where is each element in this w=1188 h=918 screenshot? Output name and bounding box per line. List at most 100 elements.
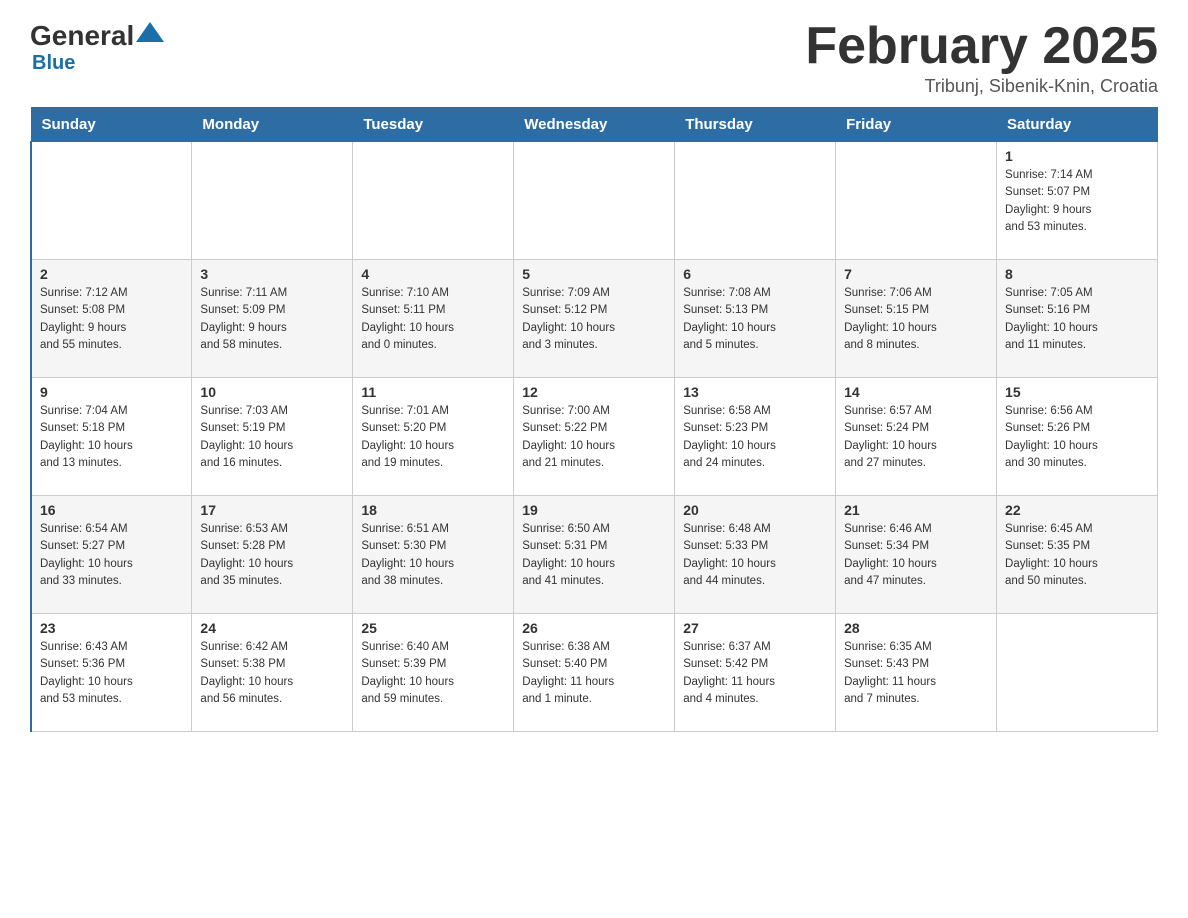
location-text: Tribunj, Sibenik-Knin, Croatia (805, 76, 1158, 97)
day-info: Sunrise: 6:46 AM Sunset: 5:34 PM Dayligh… (844, 521, 988, 590)
day-number: 27 (683, 620, 827, 636)
calendar-cell (353, 142, 514, 260)
header-sunday: Sunday (31, 108, 192, 142)
calendar-cell: 12 Sunrise: 7:00 AM Sunset: 5:22 PM Dayli… (514, 378, 675, 496)
day-info: Sunrise: 7:06 AM Sunset: 5:15 PM Dayligh… (844, 285, 988, 354)
day-number: 19 (522, 502, 666, 518)
day-info: Sunrise: 7:09 AM Sunset: 5:12 PM Dayligh… (522, 285, 666, 354)
day-info: Sunrise: 7:03 AM Sunset: 5:19 PM Dayligh… (200, 403, 344, 472)
week-row-4: 16Sunrise: 6:54 AM Sunset: 5:27 PM Dayli… (31, 496, 1158, 614)
day-number: 17 (200, 502, 344, 518)
day-number: 22 (1005, 502, 1149, 518)
calendar-cell: 16Sunrise: 6:54 AM Sunset: 5:27 PM Dayli… (31, 496, 192, 614)
day-info: Sunrise: 6:50 AM Sunset: 5:31 PM Dayligh… (522, 521, 666, 590)
calendar-cell: 24 Sunrise: 6:42 AM Sunset: 5:38 PM Dayli… (192, 614, 353, 732)
calendar-cell: 2 Sunrise: 7:12 AM Sunset: 5:08 PM Daylig… (31, 260, 192, 378)
day-info: Sunrise: 6:48 AM Sunset: 5:33 PM Dayligh… (683, 521, 827, 590)
day-info: Sunrise: 7:08 AM Sunset: 5:13 PM Dayligh… (683, 285, 827, 354)
day-number: 23 (40, 620, 183, 636)
day-info: Sunrise: 6:42 AM Sunset: 5:38 PM Dayligh… (200, 639, 344, 708)
day-number: 15 (1005, 384, 1149, 400)
calendar-cell: 23 Sunrise: 6:43 AM Sunset: 5:36 PM Dayli… (31, 614, 192, 732)
calendar-cell: 11 Sunrise: 7:01 AM Sunset: 5:20 PM Dayli… (353, 378, 514, 496)
weekday-header-row: Sunday Monday Tuesday Wednesday Thursday… (31, 108, 1158, 142)
week-row-3: 9 Sunrise: 7:04 AM Sunset: 5:18 PM Daylig… (31, 378, 1158, 496)
calendar-cell: 28 Sunrise: 6:35 AM Sunset: 5:43 PM Dayli… (836, 614, 997, 732)
day-number: 6 (683, 266, 827, 282)
day-info: Sunrise: 7:04 AM Sunset: 5:18 PM Dayligh… (40, 403, 183, 472)
header-monday: Monday (192, 108, 353, 142)
header-friday: Friday (836, 108, 997, 142)
day-number: 25 (361, 620, 505, 636)
day-number: 20 (683, 502, 827, 518)
calendar-cell: 18 Sunrise: 6:51 AM Sunset: 5:30 PM Dayli… (353, 496, 514, 614)
day-number: 1 (1005, 148, 1149, 164)
week-row-5: 23 Sunrise: 6:43 AM Sunset: 5:36 PM Dayli… (31, 614, 1158, 732)
day-info: Sunrise: 6:54 AM Sunset: 5:27 PM Dayligh… (40, 521, 183, 590)
calendar-cell: 25 Sunrise: 6:40 AM Sunset: 5:39 PM Dayli… (353, 614, 514, 732)
day-number: 2 (40, 266, 183, 282)
calendar-cell: 10 Sunrise: 7:03 AM Sunset: 5:19 PM Dayli… (192, 378, 353, 496)
day-info: Sunrise: 7:12 AM Sunset: 5:08 PM Dayligh… (40, 285, 183, 354)
calendar-cell: 20 Sunrise: 6:48 AM Sunset: 5:33 PM Dayli… (675, 496, 836, 614)
calendar-cell: 9 Sunrise: 7:04 AM Sunset: 5:18 PM Daylig… (31, 378, 192, 496)
day-info: Sunrise: 7:11 AM Sunset: 5:09 PM Dayligh… (200, 285, 344, 354)
calendar-cell: 4Sunrise: 7:10 AM Sunset: 5:11 PM Daylig… (353, 260, 514, 378)
day-number: 8 (1005, 266, 1149, 282)
logo-general-text: General (30, 20, 134, 52)
day-info: Sunrise: 7:00 AM Sunset: 5:22 PM Dayligh… (522, 403, 666, 472)
day-info: Sunrise: 6:43 AM Sunset: 5:36 PM Dayligh… (40, 639, 183, 708)
calendar-cell (192, 142, 353, 260)
day-info: Sunrise: 6:53 AM Sunset: 5:28 PM Dayligh… (200, 521, 344, 590)
day-number: 28 (844, 620, 988, 636)
day-info: Sunrise: 6:35 AM Sunset: 5:43 PM Dayligh… (844, 639, 988, 708)
day-info: Sunrise: 6:56 AM Sunset: 5:26 PM Dayligh… (1005, 403, 1149, 472)
day-number: 9 (40, 384, 183, 400)
day-number: 5 (522, 266, 666, 282)
week-row-1: 1 Sunrise: 7:14 AM Sunset: 5:07 PM Daylig… (31, 142, 1158, 260)
calendar-cell: 27Sunrise: 6:37 AM Sunset: 5:42 PM Dayli… (675, 614, 836, 732)
day-number: 12 (522, 384, 666, 400)
day-info: Sunrise: 6:57 AM Sunset: 5:24 PM Dayligh… (844, 403, 988, 472)
header-wednesday: Wednesday (514, 108, 675, 142)
day-number: 24 (200, 620, 344, 636)
calendar-cell: 7 Sunrise: 7:06 AM Sunset: 5:15 PM Daylig… (836, 260, 997, 378)
week-row-2: 2 Sunrise: 7:12 AM Sunset: 5:08 PM Daylig… (31, 260, 1158, 378)
page-header: General Blue February 2025 Tribunj, Sibe… (30, 20, 1158, 97)
logo-blue-text: Blue (32, 52, 75, 74)
month-title: February 2025 (805, 20, 1158, 72)
day-number: 14 (844, 384, 988, 400)
header-saturday: Saturday (997, 108, 1158, 142)
day-info: Sunrise: 7:05 AM Sunset: 5:16 PM Dayligh… (1005, 285, 1149, 354)
calendar-table: Sunday Monday Tuesday Wednesday Thursday… (30, 107, 1158, 732)
day-number: 13 (683, 384, 827, 400)
calendar-cell (31, 142, 192, 260)
day-info: Sunrise: 7:01 AM Sunset: 5:20 PM Dayligh… (361, 403, 505, 472)
day-info: Sunrise: 6:45 AM Sunset: 5:35 PM Dayligh… (1005, 521, 1149, 590)
day-info: Sunrise: 7:14 AM Sunset: 5:07 PM Dayligh… (1005, 167, 1149, 236)
logo-flag-icon (136, 22, 164, 42)
day-number: 26 (522, 620, 666, 636)
day-number: 11 (361, 384, 505, 400)
day-number: 10 (200, 384, 344, 400)
calendar-cell: 14 Sunrise: 6:57 AM Sunset: 5:24 PM Dayli… (836, 378, 997, 496)
day-number: 7 (844, 266, 988, 282)
calendar-cell: 19 Sunrise: 6:50 AM Sunset: 5:31 PM Dayli… (514, 496, 675, 614)
calendar-cell: 15 Sunrise: 6:56 AM Sunset: 5:26 PM Dayli… (997, 378, 1158, 496)
calendar-cell (675, 142, 836, 260)
day-info: Sunrise: 6:38 AM Sunset: 5:40 PM Dayligh… (522, 639, 666, 708)
day-info: Sunrise: 6:58 AM Sunset: 5:23 PM Dayligh… (683, 403, 827, 472)
header-thursday: Thursday (675, 108, 836, 142)
calendar-cell: 26 Sunrise: 6:38 AM Sunset: 5:40 PM Dayli… (514, 614, 675, 732)
header-tuesday: Tuesday (353, 108, 514, 142)
calendar-cell: 3Sunrise: 7:11 AM Sunset: 5:09 PM Daylig… (192, 260, 353, 378)
day-info: Sunrise: 7:10 AM Sunset: 5:11 PM Dayligh… (361, 285, 505, 354)
calendar-cell: 1 Sunrise: 7:14 AM Sunset: 5:07 PM Daylig… (997, 142, 1158, 260)
calendar-cell: 17 Sunrise: 6:53 AM Sunset: 5:28 PM Dayli… (192, 496, 353, 614)
day-number: 18 (361, 502, 505, 518)
day-info: Sunrise: 6:51 AM Sunset: 5:30 PM Dayligh… (361, 521, 505, 590)
day-number: 21 (844, 502, 988, 518)
calendar-cell (514, 142, 675, 260)
calendar-cell (997, 614, 1158, 732)
day-info: Sunrise: 6:40 AM Sunset: 5:39 PM Dayligh… (361, 639, 505, 708)
